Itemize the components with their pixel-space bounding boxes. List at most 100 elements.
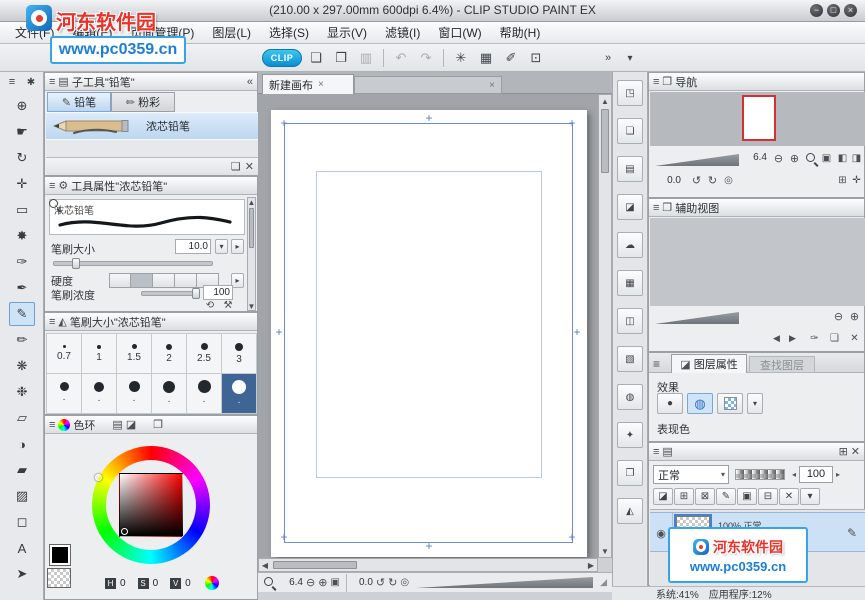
- menu-window[interactable]: 窗口(W): [429, 22, 490, 44]
- reset-rotation-icon[interactable]: ◎: [400, 577, 409, 588]
- saturation-value[interactable]: 0: [153, 578, 159, 589]
- hue-marker[interactable]: [95, 474, 102, 481]
- previous-image-icon[interactable]: ◀: [769, 331, 784, 346]
- zoom-in-icon[interactable]: ⊕: [847, 309, 862, 324]
- material-icon-1[interactable]: ◳: [617, 80, 643, 106]
- eraser-tool[interactable]: ▱: [9, 406, 35, 430]
- hardness-segment[interactable]: [175, 273, 197, 288]
- size-cell-1[interactable]: 1: [82, 334, 117, 374]
- more-options-icon[interactable]: ▾: [800, 488, 820, 505]
- menu-view[interactable]: 显示(V): [318, 22, 376, 44]
- menu-filter[interactable]: 滤镜(I): [376, 22, 429, 44]
- subview-zoom-slider[interactable]: [655, 312, 739, 324]
- marquee-tool[interactable]: ▭: [9, 198, 35, 222]
- gradient-tool[interactable]: ▨: [9, 484, 35, 508]
- material-icon-11[interactable]: ❐: [617, 460, 643, 486]
- size-cell-0.7[interactable]: 0.7: [47, 334, 82, 374]
- new-canvas-icon[interactable]: ❏: [305, 47, 327, 69]
- size-cell-2.5[interactable]: 2.5: [187, 334, 222, 374]
- tab-layer-search[interactable]: 查找图层: [749, 356, 815, 373]
- navigator-rotation-value[interactable]: 0.0: [657, 175, 681, 186]
- rotate-ccw-icon[interactable]: ↺: [689, 173, 704, 188]
- panel-menu-icon[interactable]: ≡: [653, 357, 660, 371]
- hardness-segment[interactable]: [109, 273, 131, 288]
- minimize-button[interactable]: −: [810, 4, 823, 17]
- resize-grip-icon[interactable]: ◢: [600, 577, 607, 588]
- zoom-out-icon[interactable]: ⊖: [771, 151, 786, 166]
- reset-tool-icon[interactable]: ⟲: [203, 299, 217, 312]
- size-cell-r2-5[interactable]: ·: [187, 374, 222, 414]
- lock-transparent-icon[interactable]: ✎: [716, 488, 736, 505]
- size-cell-selected[interactable]: ·: [222, 374, 257, 414]
- snap-icon[interactable]: ✳: [450, 47, 472, 69]
- layer-mask-icon[interactable]: ◪: [653, 488, 673, 505]
- menu-layer[interactable]: 图层(L): [203, 22, 260, 44]
- navigator-zoom-value[interactable]: 6.4: [741, 152, 767, 163]
- zoom-tool[interactable]: ⊕: [9, 94, 35, 118]
- scroll-right-icon[interactable]: ▶: [586, 560, 596, 570]
- scrollbar-thumb[interactable]: [249, 208, 254, 248]
- material-icon-8[interactable]: ▧: [617, 346, 643, 372]
- scroll-left-icon[interactable]: ◀: [260, 560, 270, 570]
- canvas-horizontal-scrollbar[interactable]: ◀ ▶: [258, 558, 598, 572]
- panel-menu-icon[interactable]: ≡: [653, 76, 659, 88]
- size-cell-r2-1[interactable]: ·: [47, 374, 82, 414]
- zoom-out-icon[interactable]: ⊖: [831, 309, 846, 324]
- hardness-segment[interactable]: [131, 273, 153, 288]
- zoom-in-icon[interactable]: ⊕: [787, 151, 802, 166]
- auto-select-tool[interactable]: ✸: [9, 224, 35, 248]
- text-tool[interactable]: A: [9, 536, 35, 560]
- reset-display-icon[interactable]: ✛: [849, 173, 864, 188]
- fit-window-icon[interactable]: [805, 152, 818, 165]
- color-set-palette-icon[interactable]: ◪: [126, 418, 136, 431]
- open-file-icon[interactable]: ❐: [330, 47, 352, 69]
- brush-tool[interactable]: ✏: [9, 328, 35, 352]
- redo-icon[interactable]: ↷: [415, 47, 437, 69]
- delete-subtool-icon[interactable]: ✕: [245, 160, 254, 173]
- tab-pastel[interactable]: ✏ 粉彩: [111, 92, 175, 112]
- hardness-segment[interactable]: [153, 273, 175, 288]
- panel-menu-icon[interactable]: ≡: [49, 180, 55, 192]
- value-value[interactable]: 0: [185, 578, 191, 589]
- blend-mode-select[interactable]: 正常 ▾: [653, 465, 729, 484]
- canvas-tab-active[interactable]: 新建画布 ×: [262, 74, 354, 94]
- color-mixer-icon[interactable]: [205, 576, 219, 590]
- panel-menu-icon[interactable]: ≡: [653, 202, 659, 214]
- undo-icon[interactable]: ↶: [390, 47, 412, 69]
- subview-content[interactable]: [650, 218, 865, 306]
- close-tab-icon[interactable]: ×: [489, 80, 495, 91]
- color-slider-palette-icon[interactable]: ▤: [112, 418, 122, 431]
- create-subtool-icon[interactable]: ❏: [231, 160, 241, 173]
- opacity-decrease-icon[interactable]: ◂: [789, 470, 799, 479]
- maximize-button[interactable]: □: [827, 4, 840, 17]
- next-image-icon[interactable]: ▶: [785, 331, 800, 346]
- blend-tool[interactable]: ◑: [9, 432, 35, 456]
- zoom-slider[interactable]: [416, 577, 593, 588]
- figure-tool[interactable]: ◻: [9, 510, 35, 534]
- menu-select[interactable]: 选择(S): [260, 22, 318, 44]
- extract-line-effect-icon[interactable]: [717, 393, 743, 414]
- close-tab-icon[interactable]: ×: [318, 79, 324, 90]
- size-cell-1.5[interactable]: 1.5: [117, 334, 152, 374]
- rotate-cw-icon[interactable]: ↻: [705, 173, 720, 188]
- chevron-down-icon[interactable]: ▾: [622, 50, 638, 66]
- opacity-increase-icon[interactable]: ▸: [833, 470, 843, 479]
- material-icon-2[interactable]: ❏: [617, 118, 643, 144]
- brush-size-menu-icon[interactable]: ▸: [231, 239, 244, 254]
- rotate-canvas-tool[interactable]: ↻: [9, 146, 35, 170]
- rotate-ccw-icon[interactable]: ↺: [376, 576, 385, 589]
- canvas-vertical-scrollbar[interactable]: ▲ ▼: [598, 94, 612, 558]
- rotate-cw-icon[interactable]: ↻: [388, 576, 397, 589]
- operation-tool[interactable]: ➤: [9, 562, 35, 586]
- material-icon-4[interactable]: ◪: [617, 194, 643, 220]
- density-slider[interactable]: [141, 291, 199, 296]
- material-icon-10[interactable]: ✦: [617, 422, 643, 448]
- merge-down-icon[interactable]: ⊟: [758, 488, 778, 505]
- eyedropper-icon[interactable]: ✑: [807, 331, 822, 346]
- close-button[interactable]: ×: [844, 4, 857, 17]
- material-icon-3[interactable]: ▤: [617, 156, 643, 182]
- panel-menu-icon[interactable]: ≡: [49, 419, 55, 431]
- layer-visibility-eye-icon[interactable]: ◉: [653, 526, 669, 540]
- panel-menu-icon[interactable]: ≡: [49, 316, 55, 328]
- fit-canvas-icon[interactable]: ⊞: [835, 173, 850, 188]
